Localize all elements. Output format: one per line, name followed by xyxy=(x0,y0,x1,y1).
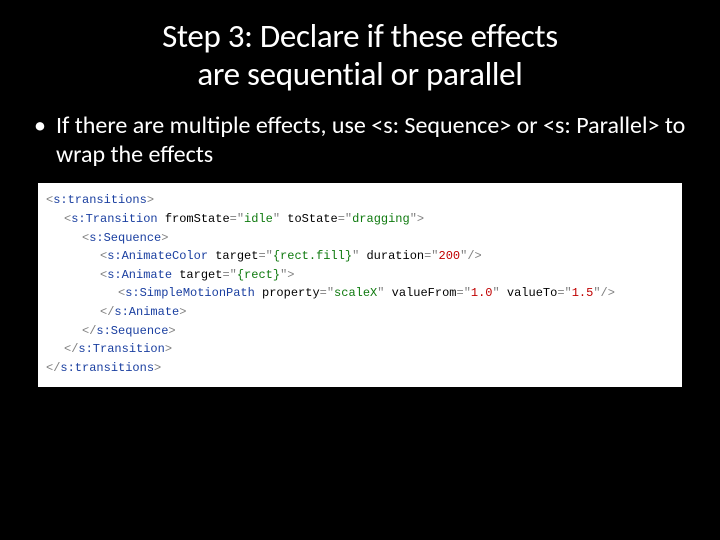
code-line: </s:transitions> xyxy=(46,359,674,378)
bullet-item: • If there are multiple effects, use <s:… xyxy=(30,112,690,170)
code-line: <s:Sequence> xyxy=(46,229,674,248)
title-line-1: Step 3: Declare if these effects xyxy=(0,18,720,56)
code-line: </s:Animate> xyxy=(46,303,674,322)
code-line: <s:Transition fromState="idle" toState="… xyxy=(46,210,674,229)
code-line: <s:Animate target="{rect}"> xyxy=(46,266,674,285)
code-block: <s:transitions> <s:Transition fromState=… xyxy=(38,183,682,387)
code-line: <s:SimpleMotionPath property="scaleX" va… xyxy=(46,284,674,303)
title-line-2: are sequential or parallel xyxy=(0,56,720,94)
bullet-dot: • xyxy=(30,112,56,170)
slide: Step 3: Declare if these effects are seq… xyxy=(0,0,720,540)
bullet-text: If there are multiple effects, use <s: S… xyxy=(56,112,690,170)
code-line: </s:Transition> xyxy=(46,340,674,359)
code-line: <s:transitions> xyxy=(46,191,674,210)
code-line: <s:AnimateColor target="{rect.fill}" dur… xyxy=(46,247,674,266)
slide-title: Step 3: Declare if these effects are seq… xyxy=(0,0,720,94)
slide-body: • If there are multiple effects, use <s:… xyxy=(0,94,720,388)
code-line: </s:Sequence> xyxy=(46,322,674,341)
